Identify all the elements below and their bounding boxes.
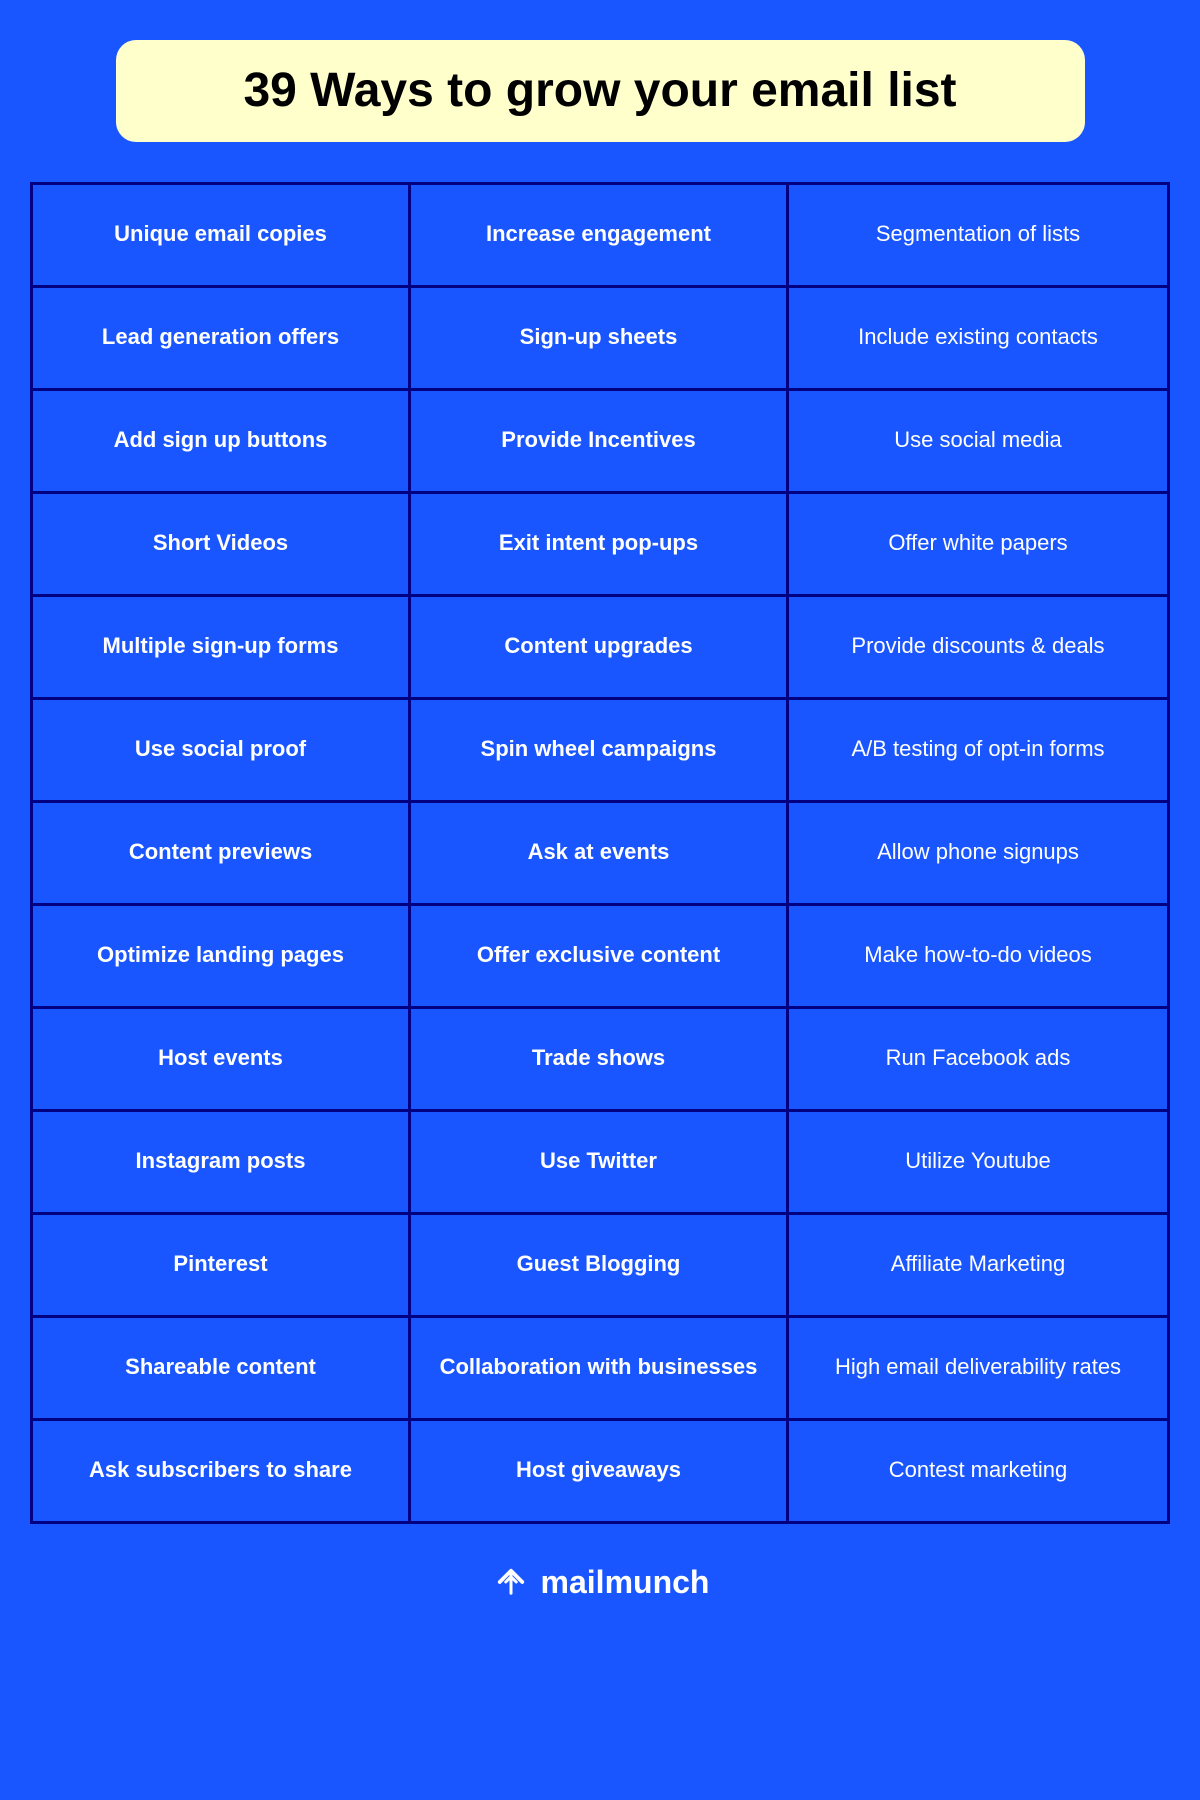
cell-text: Host events bbox=[158, 1044, 283, 1073]
grid-cell-11-2: Guest Blogging bbox=[411, 1215, 789, 1315]
grid-cell-3-2: Provide Incentives bbox=[411, 391, 789, 491]
cell-text: Include existing contacts bbox=[858, 323, 1098, 352]
grid-cell-12-3: High email deliverability rates bbox=[789, 1318, 1167, 1418]
grid-cell-4-1: Short Videos bbox=[33, 494, 411, 594]
cell-text: Host giveaways bbox=[516, 1456, 681, 1485]
grid-row-12: Shareable content Collaboration with busi… bbox=[33, 1318, 1167, 1421]
grid-cell-5-1: Multiple sign-up forms bbox=[33, 597, 411, 697]
cell-text: Make how-to-do videos bbox=[864, 941, 1091, 970]
cell-text: Offer exclusive content bbox=[477, 941, 720, 970]
grid-cell-7-3: Allow phone signups bbox=[789, 803, 1167, 903]
grid-cell-8-1: Optimize landing pages bbox=[33, 906, 411, 1006]
grid-cell-5-2: Content upgrades bbox=[411, 597, 789, 697]
cell-text: Use social proof bbox=[135, 735, 306, 764]
grid-container: Unique email copies Increase engagement Se… bbox=[30, 182, 1170, 1524]
cell-text: Increase engagement bbox=[486, 220, 711, 249]
cell-text: Run Facebook ads bbox=[886, 1044, 1071, 1073]
grid-cell-8-3: Make how-to-do videos bbox=[789, 906, 1167, 1006]
grid-cell-6-3: A/B testing of opt-in forms bbox=[789, 700, 1167, 800]
cell-text: Spin wheel campaigns bbox=[481, 735, 717, 764]
cell-text: High email deliverability rates bbox=[835, 1353, 1121, 1382]
cell-text: Add sign up buttons bbox=[114, 426, 328, 455]
cell-text: Ask at events bbox=[528, 838, 670, 867]
cell-text: Use Twitter bbox=[540, 1147, 657, 1176]
footer: mailmunch bbox=[491, 1564, 710, 1601]
grid-cell-1-2: Increase engagement bbox=[411, 185, 789, 285]
grid-cell-12-1: Shareable content bbox=[33, 1318, 411, 1418]
grid-row-4: Short Videos Exit intent pop-ups Offer whi… bbox=[33, 494, 1167, 597]
cell-text: A/B testing of opt-in forms bbox=[851, 735, 1104, 764]
grid-cell-13-1: Ask subscribers to share bbox=[33, 1421, 411, 1521]
grid-cell-8-2: Offer exclusive content bbox=[411, 906, 789, 1006]
cell-text: Exit intent pop-ups bbox=[499, 529, 698, 558]
grid-row-10: Instagram posts Use Twitter Utilize Youtub… bbox=[33, 1112, 1167, 1215]
cell-text: Pinterest bbox=[173, 1250, 267, 1279]
page-title: 39 Ways to grow your email list bbox=[166, 62, 1035, 120]
cell-text: Segmentation of lists bbox=[876, 220, 1080, 249]
grid-cell-4-2: Exit intent pop-ups bbox=[411, 494, 789, 594]
brand-name: mailmunch bbox=[541, 1564, 710, 1601]
grid-cell-7-2: Ask at events bbox=[411, 803, 789, 903]
cell-text: Unique email copies bbox=[114, 220, 327, 249]
cell-text: Utilize Youtube bbox=[905, 1147, 1051, 1176]
grid-cell-4-3: Offer white papers bbox=[789, 494, 1167, 594]
cell-text: Provide Incentives bbox=[501, 426, 695, 455]
cell-text: Affiliate Marketing bbox=[891, 1250, 1065, 1279]
grid-cell-5-3: Provide discounts & deals bbox=[789, 597, 1167, 697]
grid-cell-3-3: Use social media bbox=[789, 391, 1167, 491]
cell-text: Offer white papers bbox=[888, 529, 1067, 558]
cell-text: Contest marketing bbox=[889, 1456, 1068, 1485]
grid-cell-6-1: Use social proof bbox=[33, 700, 411, 800]
grid-cell-2-2: Sign-up sheets bbox=[411, 288, 789, 388]
cell-text: Content previews bbox=[129, 838, 312, 867]
cell-text: Instagram posts bbox=[136, 1147, 306, 1176]
grid-row-9: Host events Trade shows Run Facebook ads bbox=[33, 1009, 1167, 1112]
cell-text: Trade shows bbox=[532, 1044, 665, 1073]
grid-row-2: Lead generation offers Sign-up sheets Incl… bbox=[33, 288, 1167, 391]
grid-row-8: Optimize landing pages Offer exclusive co… bbox=[33, 906, 1167, 1009]
grid-cell-11-3: Affiliate Marketing bbox=[789, 1215, 1167, 1315]
cell-text: Guest Blogging bbox=[517, 1250, 681, 1279]
grid-cell-10-2: Use Twitter bbox=[411, 1112, 789, 1212]
grid-cell-9-3: Run Facebook ads bbox=[789, 1009, 1167, 1109]
grid-cell-11-1: Pinterest bbox=[33, 1215, 411, 1315]
cell-text: Optimize landing pages bbox=[97, 941, 344, 970]
cell-text: Lead generation offers bbox=[102, 323, 339, 352]
grid-cell-3-1: Add sign up buttons bbox=[33, 391, 411, 491]
grid-cell-10-3: Utilize Youtube bbox=[789, 1112, 1167, 1212]
cell-text: Shareable content bbox=[125, 1353, 316, 1382]
grid-row-13: Ask subscribers to share Host giveaways Co… bbox=[33, 1421, 1167, 1521]
grid-cell-13-3: Contest marketing bbox=[789, 1421, 1167, 1521]
cell-text: Allow phone signups bbox=[877, 838, 1079, 867]
grid-cell-12-2: Collaboration with businesses bbox=[411, 1318, 789, 1418]
grid-cell-1-3: Segmentation of lists bbox=[789, 185, 1167, 285]
grid-cell-2-3: Include existing contacts bbox=[789, 288, 1167, 388]
grid-row-7: Content previews Ask at events Allow phone… bbox=[33, 803, 1167, 906]
cell-text: Use social media bbox=[894, 426, 1062, 455]
grid-row-11: Pinterest Guest Blogging Affiliate Marketi… bbox=[33, 1215, 1167, 1318]
cell-text: Multiple sign-up forms bbox=[103, 632, 339, 661]
grid-cell-6-2: Spin wheel campaigns bbox=[411, 700, 789, 800]
grid-cell-2-1: Lead generation offers bbox=[33, 288, 411, 388]
grid-cell-9-2: Trade shows bbox=[411, 1009, 789, 1109]
cell-text: Content upgrades bbox=[504, 632, 692, 661]
title-box: 39 Ways to grow your email list bbox=[116, 40, 1085, 142]
grid-row-5: Multiple sign-up forms Content upgrades Pr… bbox=[33, 597, 1167, 700]
grid-cell-10-1: Instagram posts bbox=[33, 1112, 411, 1212]
cell-text: Provide discounts & deals bbox=[851, 632, 1104, 661]
mailmunch-logo-icon bbox=[491, 1567, 531, 1597]
grid-cell-7-1: Content previews bbox=[33, 803, 411, 903]
grid-cell-13-2: Host giveaways bbox=[411, 1421, 789, 1521]
grid-cell-9-1: Host events bbox=[33, 1009, 411, 1109]
grid-row-1: Unique email copies Increase engagement Se… bbox=[33, 185, 1167, 288]
cell-text: Sign-up sheets bbox=[520, 323, 678, 352]
cell-text: Collaboration with businesses bbox=[440, 1353, 758, 1382]
brand-logo: mailmunch bbox=[491, 1564, 710, 1601]
grid-row-3: Add sign up buttons Provide Incentives Use… bbox=[33, 391, 1167, 494]
grid-row-6: Use social proof Spin wheel campaigns A/B … bbox=[33, 700, 1167, 803]
cell-text: Ask subscribers to share bbox=[89, 1456, 352, 1485]
grid-cell-1-1: Unique email copies bbox=[33, 185, 411, 285]
cell-text: Short Videos bbox=[153, 529, 288, 558]
